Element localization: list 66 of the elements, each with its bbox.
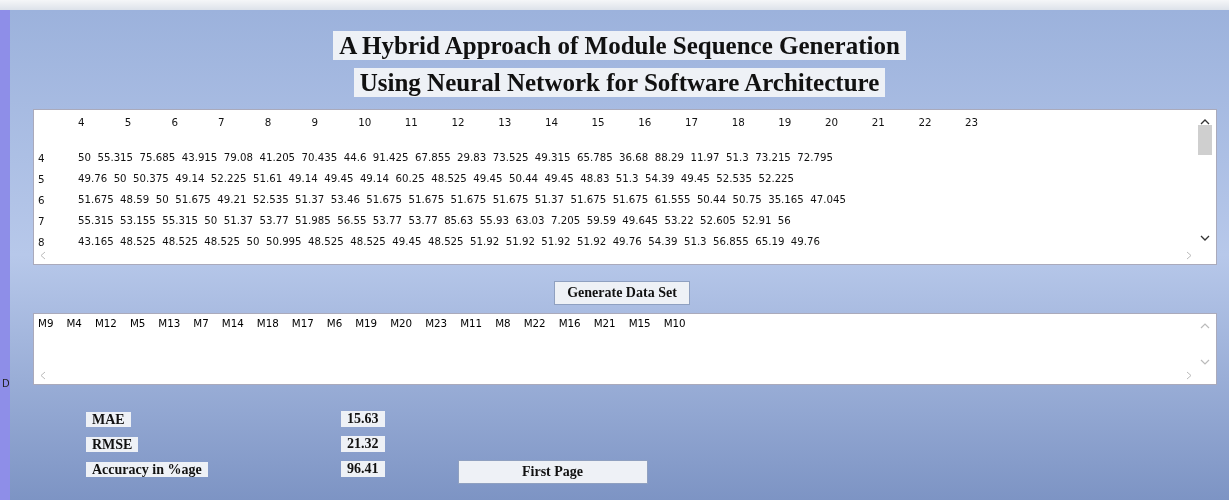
column-header: 13 xyxy=(498,116,513,130)
module-label: M13 xyxy=(158,317,181,329)
scroll-up-icon[interactable] xyxy=(1200,118,1210,125)
row-label: 4 xyxy=(38,151,46,164)
metric-value: 21.32 xyxy=(341,435,385,452)
scroll-left-icon[interactable] xyxy=(40,371,46,380)
module-label: M16 xyxy=(558,317,581,329)
row-label: 5 xyxy=(38,172,46,185)
column-header: 18 xyxy=(731,116,746,130)
matrix-row-values: 49.76 50 50.375 49.14 52.225 51.61 49.14 49.45 49.14 60.25 48.525 49.45 50.44 49.45 48.83 51.3 54.39 49.45 52.535 52.225 xyxy=(78,173,795,184)
metric-label: Accuracy in %age xyxy=(86,462,208,477)
column-header: 4 xyxy=(78,116,86,130)
column-header: 5 xyxy=(124,116,133,130)
module-label: M14 xyxy=(221,317,244,329)
module-label: M10 xyxy=(663,317,686,329)
row-label: 8 xyxy=(38,235,46,248)
window-fragment-text: D xyxy=(2,378,10,389)
first-page-button[interactable]: First Page xyxy=(457,460,648,484)
matrix-row-values: 43.165 48.525 48.525 48.525 50 50.995 48.525 48.525 49.45 48.525 51.92 51.92 51.92 51.92 49.76 54.39 51.3 56.855 65.19 49.76 xyxy=(78,236,820,247)
column-header: 7 xyxy=(218,116,226,130)
column-header: 12 xyxy=(451,116,466,130)
module-label: M7 xyxy=(193,317,209,329)
module-label: M11 xyxy=(460,317,483,329)
column-header: 6 xyxy=(171,116,179,130)
matrix-row-values: 51.675 48.59 50 51.675 49.21 52.535 51.37 53.46 51.675 51.675 51.675 51.675 51.37 51.675 51.675 61.555 50.44 50.75 35.165 47.045 xyxy=(78,194,846,205)
generate-data-set-button[interactable]: Generate Data Set xyxy=(554,281,690,305)
column-header: 21 xyxy=(871,116,886,130)
column-header: 15 xyxy=(591,116,606,130)
matrix-row-values: 55.315 53.155 55.315 50 51.37 53.77 51.985 56.55 53.77 53.77 85.63 55.93 63.03 7.205 59.59 49.645 53.22 52.605 52.91 56 xyxy=(78,215,791,226)
scrollbar-thumb[interactable] xyxy=(1198,125,1212,155)
module-label: M21 xyxy=(593,317,616,329)
module-label: M4 xyxy=(66,317,82,329)
scroll-right-icon[interactable] xyxy=(1186,251,1192,260)
module-label: M15 xyxy=(628,317,651,329)
module-label: M6 xyxy=(326,317,343,329)
column-header: 22 xyxy=(918,116,933,130)
column-header: 17 xyxy=(684,116,700,130)
module-label: M12 xyxy=(94,317,117,329)
module-label: M19 xyxy=(355,317,378,329)
column-header: 8 xyxy=(264,116,273,130)
metric-value: 96.41 xyxy=(341,460,385,477)
column-header: 16 xyxy=(638,116,653,130)
module-label: M17 xyxy=(291,317,314,329)
module-label: M23 xyxy=(425,317,448,329)
column-header: 23 xyxy=(965,116,980,130)
matrix-row-values: 50 55.315 75.685 43.915 79.08 41.205 70.435 44.6 91.425 67.855 29.83 73.525 49.315 65.785 36.68 88.29 11.97 51.3 73.215 72.795 xyxy=(78,152,833,163)
column-header: 10 xyxy=(358,116,373,130)
metric-value: 15.63 xyxy=(341,410,385,427)
column-header: 19 xyxy=(778,116,793,130)
row-label: 6 xyxy=(38,193,46,206)
module-label: M8 xyxy=(495,317,511,329)
metric-label: MAE xyxy=(86,412,131,427)
column-header: 9 xyxy=(311,116,319,130)
scroll-left-icon[interactable] xyxy=(40,251,46,260)
module-label: M18 xyxy=(256,317,279,329)
module-label: M5 xyxy=(129,317,146,329)
column-header: 14 xyxy=(544,116,559,130)
scroll-down-icon[interactable] xyxy=(1200,235,1210,242)
metric-label: RMSE xyxy=(86,437,139,452)
module-label: M20 xyxy=(390,317,413,329)
scroll-right-icon[interactable] xyxy=(1186,371,1192,380)
module-label: M9 xyxy=(38,317,54,329)
column-header: 11 xyxy=(404,116,419,130)
column-header: 20 xyxy=(825,116,840,130)
module-label: M22 xyxy=(523,317,546,329)
row-label: 7 xyxy=(38,214,46,227)
